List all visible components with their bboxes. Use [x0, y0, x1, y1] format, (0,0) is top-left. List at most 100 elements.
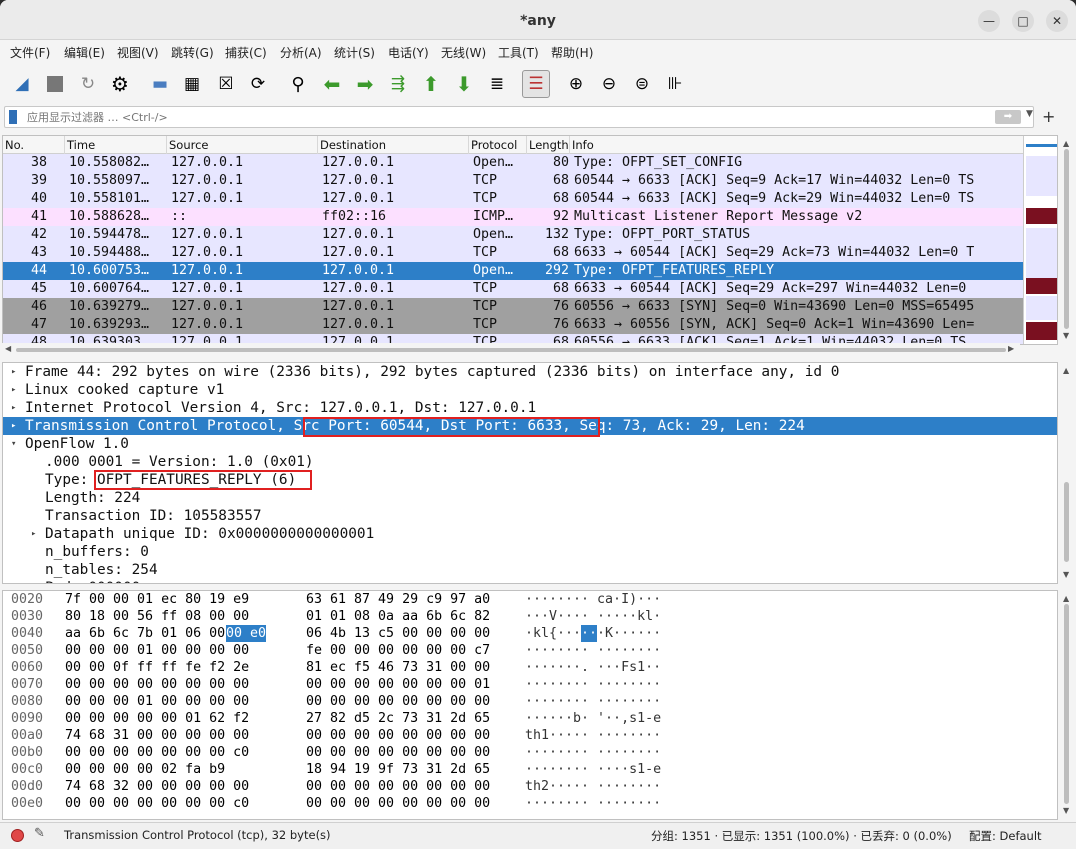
close-file-icon[interactable]: ☒ [212, 70, 240, 98]
collapse-triangle-icon[interactable]: ▸ [11, 363, 16, 381]
hex-bytes-b: 06 4b 13 c5 00 00 00 00 [306, 626, 491, 641]
column-time[interactable]: Time [65, 136, 167, 154]
packet-row[interactable]: 47 10.639293… 127.0.0.1 127.0.0.1 TCP 76 6633 … [3, 316, 1023, 334]
first-packet-icon[interactable]: ⬆ [417, 70, 445, 98]
packet-row[interactable]: 46 10.639279… 127.0.0.1 127.0.0.1 TCP 76 60556… [3, 298, 1023, 316]
packet-minimap[interactable] [1023, 136, 1057, 344]
go-back-icon[interactable]: ⬅ [318, 70, 346, 98]
packet-row[interactable]: 43 10.594488… 127.0.0.1 127.0.0.1 TCP 68 6633 … [3, 244, 1023, 262]
packet-row[interactable]: 45 10.600764… 127.0.0.1 127.0.0.1 TCP 68 6633 … [3, 280, 1023, 298]
packet-list-vscroll[interactable]: ▲ ▼ [1059, 135, 1074, 345]
menu-capture[interactable]: 捕获(C) [225, 44, 267, 61]
menu-file[interactable]: 文件(F) [10, 44, 50, 61]
collapse-triangle-icon[interactable]: ▸ [11, 417, 16, 435]
hex-row[interactable]: 0020 7f 00 00 01 ec 80 19 e9 63 61 87 49 2… [3, 591, 1057, 608]
hex-row[interactable]: 0080 00 00 00 01 00 00 00 00 00 00 00 00 0… [3, 693, 1057, 710]
find-packet-icon[interactable]: ⚲ [284, 70, 312, 98]
colorize-icon[interactable]: ☰ [522, 70, 550, 98]
packet-row[interactable]: 39 10.558097… 127.0.0.1 127.0.0.1 TCP 68 60544… [3, 172, 1023, 190]
hex-bytes-b: 63 61 87 49 29 c9 97 a0 [306, 592, 491, 607]
detail-row[interactable]: ▸ Internet Protocol Version 4, Src: 127.0… [3, 399, 1057, 417]
packet-row[interactable]: 41 10.588628…:: ff02::16 ICMP… 92 Multicast L… [3, 208, 1023, 226]
packet-row[interactable]: 38 10.558082… 127.0.0.1 127.0.0.1 Open… 80 Typ… [3, 154, 1023, 172]
expand-triangle-icon[interactable]: ▾ [11, 435, 16, 453]
reload-file-icon[interactable]: ⟳ [244, 70, 272, 98]
last-packet-icon[interactable]: ⬇ [450, 70, 478, 98]
hex-row[interactable]: 0040 aa 6b 6c 7b 01 06 00 e0 06 4b 13 c5 0… [3, 625, 1057, 642]
detail-row[interactable]: Transaction ID: 105583557 [3, 507, 1057, 525]
column-protocol[interactable]: Protocol [469, 136, 527, 154]
menu-edit[interactable]: 编辑(E) [64, 44, 105, 61]
filter-bookmark-icon[interactable] [9, 110, 17, 124]
detail-row[interactable]: ▾ OpenFlow 1.0 [3, 435, 1057, 453]
hex-row[interactable]: 0090 00 00 00 00 00 01 62 f2 27 82 d5 2c 7… [3, 710, 1057, 727]
menu-go[interactable]: 跳转(G) [171, 44, 214, 61]
collapse-triangle-icon[interactable]: ▸ [11, 381, 16, 399]
add-filter-button-icon[interactable]: + [1042, 107, 1055, 126]
filter-dropdown-icon[interactable]: ▼ [1026, 109, 1033, 119]
menu-tools[interactable]: 工具(T) [498, 44, 539, 61]
packet-list-hscroll[interactable]: ◀ ▶ [2, 343, 1020, 357]
detail-row[interactable]: ▸ Datapath unique ID: 0x0000000000000001 [3, 525, 1057, 543]
column-destination[interactable]: Destination [318, 136, 469, 154]
start-capture-icon[interactable]: ◢ [8, 70, 36, 98]
status-profile[interactable]: 配置: Default [969, 828, 1042, 844]
hex-row[interactable]: 00b0 00 00 00 00 00 00 00 c0 00 00 00 00 0… [3, 744, 1057, 761]
hex-row[interactable]: 0050 00 00 00 01 00 00 00 00 fe 00 00 00 0… [3, 642, 1057, 659]
collapse-triangle-icon[interactable]: ▸ [11, 399, 16, 417]
menu-telephony[interactable]: 电话(Y) [388, 44, 429, 61]
maximize-button[interactable]: □ [1012, 10, 1034, 32]
go-to-packet-icon[interactable]: ⇶ [384, 70, 412, 98]
hex-ascii: ········ ········ [525, 694, 662, 709]
detail-row[interactable]: Length: 224 [3, 489, 1057, 507]
hex-row[interactable]: 00e0 00 00 00 00 00 00 00 c0 00 00 00 00 0… [3, 795, 1057, 812]
display-filter-input[interactable] [27, 108, 987, 126]
packet-row[interactable]: 40 10.558101… 127.0.0.1 127.0.0.1 TCP 68 60544… [3, 190, 1023, 208]
column-no[interactable]: No. [3, 136, 65, 154]
hex-row[interactable]: 00c0 00 00 00 00 02 fa b9 18 94 19 9f 73 3… [3, 761, 1057, 778]
stop-capture-icon[interactable] [41, 70, 69, 98]
menu-help[interactable]: 帮助(H) [551, 44, 593, 61]
save-file-icon[interactable]: ▦ [178, 70, 206, 98]
menu-view[interactable]: 视图(V) [117, 44, 159, 61]
menu-analyze[interactable]: 分析(A) [280, 44, 322, 61]
column-length[interactable]: Length [527, 136, 570, 154]
zoom-out-icon[interactable]: ⊖ [595, 70, 623, 98]
hex-row[interactable]: 00d0 74 68 32 00 00 00 00 00 00 00 00 00 0… [3, 778, 1057, 795]
column-source[interactable]: Source [167, 136, 318, 154]
packet-row[interactable]: 44 10.600753… 127.0.0.1 127.0.0.1 Open… 292 Ty… [3, 262, 1023, 280]
bytes-vscroll[interactable]: ▲ ▼ [1059, 590, 1074, 820]
detail-row[interactable]: ▸ Frame 44: 292 bytes on wire (2336 bits)… [3, 363, 1057, 381]
details-vscroll[interactable]: ▲ ▼ [1059, 362, 1074, 584]
detail-row[interactable]: n_buffers: 0 [3, 543, 1057, 561]
menu-statistics[interactable]: 统计(S) [334, 44, 375, 61]
detail-row[interactable]: .000 0001 = Version: 1.0 (0x01) [3, 453, 1057, 471]
minimize-button[interactable]: — [978, 10, 1000, 32]
packet-row[interactable]: 42 10.594478… 127.0.0.1 127.0.0.1 Open… 132 Ty… [3, 226, 1023, 244]
detail-row[interactable]: Pad: 000000 [3, 579, 1057, 583]
autoscroll-icon[interactable]: ≣ [483, 70, 511, 98]
capture-comment-icon[interactable]: ✎ [34, 826, 45, 841]
go-forward-icon[interactable]: ➡ [351, 70, 379, 98]
packet-cell-time: 10.594488… [69, 245, 150, 260]
hex-row[interactable]: 0070 00 00 00 00 00 00 00 00 00 00 00 00 0… [3, 676, 1057, 693]
hex-row[interactable]: 0060 00 00 0f ff ff fe f2 2e 81 ec f5 46 7… [3, 659, 1057, 676]
capture-options-icon[interactable]: ⚙ [106, 70, 134, 98]
detail-row[interactable]: n_tables: 254 [3, 561, 1057, 579]
apply-filter-icon[interactable]: ➡ [995, 110, 1021, 124]
detail-row[interactable]: ▸ Linux cooked capture v1 [3, 381, 1057, 399]
restart-capture-icon[interactable]: ↻ [74, 70, 102, 98]
hex-row[interactable]: 00a0 74 68 31 00 00 00 00 00 00 00 00 00 0… [3, 727, 1057, 744]
column-info[interactable]: Info [570, 136, 1023, 154]
open-file-icon[interactable]: ▬ [146, 70, 174, 98]
packet-cell-no: 41 [30, 209, 47, 224]
hex-row[interactable]: 0030 80 18 00 56 ff 08 00 00 01 01 08 0a a… [3, 608, 1057, 625]
resize-columns-icon[interactable]: ⊪ [661, 70, 689, 98]
menu-wireless[interactable]: 无线(W) [441, 44, 486, 61]
collapse-triangle-icon[interactable]: ▸ [31, 525, 36, 543]
close-button[interactable]: ✕ [1046, 10, 1068, 32]
zoom-in-icon[interactable]: ⊕ [562, 70, 590, 98]
expert-info-icon[interactable] [11, 829, 24, 842]
zoom-normal-icon[interactable]: ⊜ [628, 70, 656, 98]
packet-cell-time: 10.594478… [69, 227, 150, 242]
